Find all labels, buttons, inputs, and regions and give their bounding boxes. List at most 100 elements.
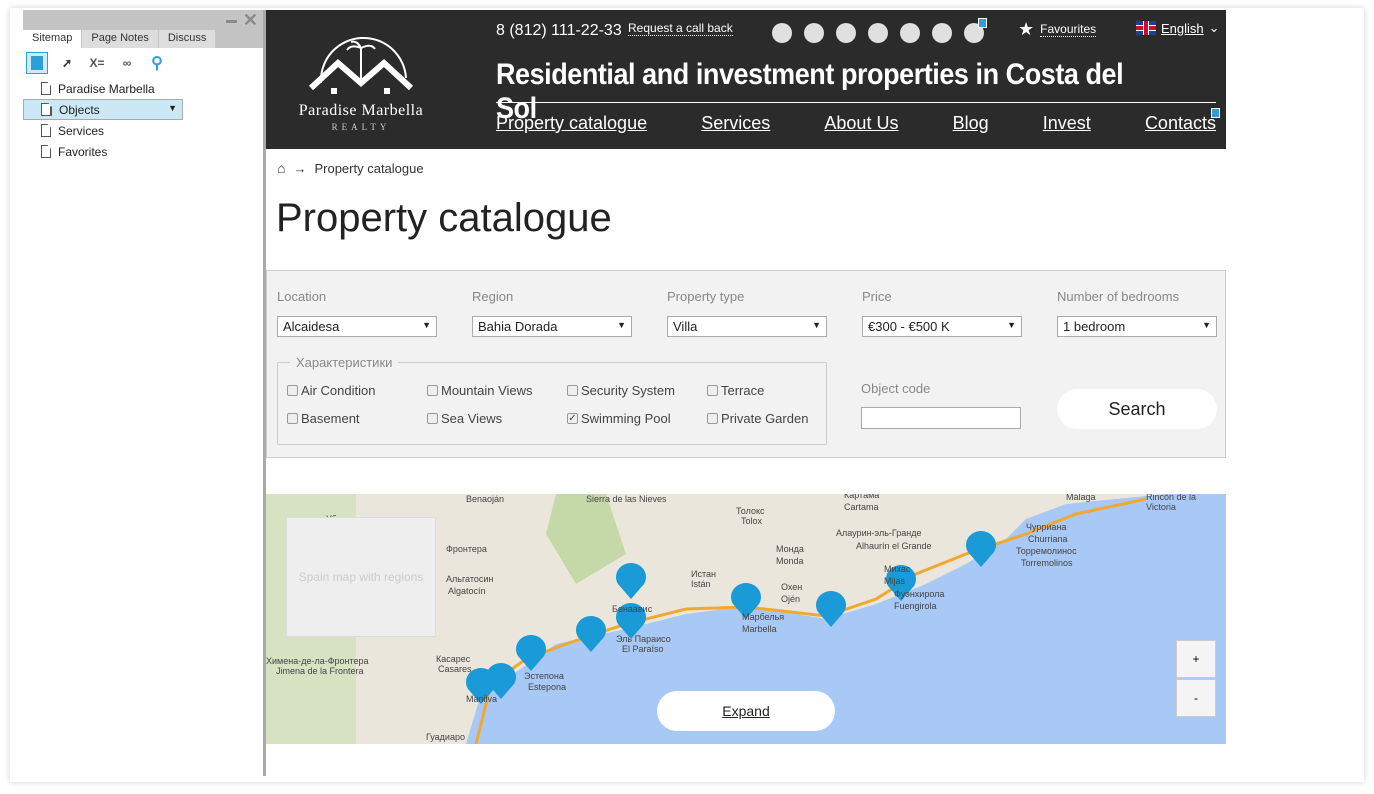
checkbox[interactable]: [707, 385, 718, 396]
object-code-label: Object code: [861, 381, 931, 396]
map-place-label: Marbella: [742, 624, 777, 634]
nav-contacts[interactable]: Contacts: [1145, 113, 1216, 134]
favourites-link[interactable]: ★ Favourites: [1018, 19, 1097, 40]
social-icon[interactable]: [900, 23, 920, 43]
map-place-label: Картама: [844, 494, 880, 500]
nav-services[interactable]: Services: [701, 113, 770, 134]
checkbox[interactable]: [427, 413, 438, 424]
map-place-label: Толокс: [736, 506, 765, 516]
map-place-label: Ojén: [781, 594, 801, 604]
feature-checkbox[interactable]: ✓ Swimming Pool: [567, 411, 671, 426]
filter-label: Region: [472, 289, 514, 304]
page-icon: [41, 82, 51, 95]
map-place-label: Монда: [776, 544, 804, 554]
sitemap-icon[interactable]: [26, 52, 48, 74]
filter-select[interactable]: Bahia Dorada: [472, 316, 632, 337]
panel-titlebar: ✕: [23, 10, 263, 30]
map-place-label: Охен: [781, 582, 803, 592]
filter-select[interactable]: 1 bedroom: [1057, 316, 1217, 337]
page-icon: [41, 124, 51, 137]
map-place-label: Jimena de la Frontera: [276, 666, 364, 676]
filter-select[interactable]: Alcaidesa: [277, 316, 437, 337]
feature-checkbox[interactable]: Security System: [567, 383, 675, 398]
social-icon[interactable]: [932, 23, 952, 43]
filter-label: Location: [277, 289, 327, 304]
social-icon[interactable]: [772, 23, 792, 43]
variables-icon[interactable]: X=: [86, 52, 108, 74]
checkbox[interactable]: [707, 413, 718, 424]
map-place-label: Истан: [691, 569, 716, 579]
tab-page-notes[interactable]: Page Notes: [82, 30, 159, 48]
sitemap-page[interactable]: Paradise Marbella: [23, 78, 263, 99]
filter-select[interactable]: €300 - €500 K: [862, 316, 1022, 337]
feature-checkbox[interactable]: Air Condition: [287, 383, 375, 398]
note-icon[interactable]: [978, 18, 987, 28]
tab-discuss[interactable]: Discuss: [158, 30, 217, 48]
language-select[interactable]: English ⌄: [1136, 20, 1220, 36]
pointer-icon[interactable]: ➚: [56, 52, 78, 74]
checkbox[interactable]: ✓: [567, 413, 578, 424]
map-place-label: Фронтера: [446, 544, 487, 554]
social-icon[interactable]: [804, 23, 824, 43]
map-place-label: Михас: [884, 564, 911, 574]
feature-checkbox[interactable]: Private Garden: [707, 411, 808, 426]
zoom-out-button[interactable]: -: [1176, 679, 1216, 717]
main-nav: Property catalogue Services About Us Blo…: [496, 113, 1216, 134]
filter-label: Property type: [667, 289, 745, 304]
map-place-label: Альгатосин: [446, 574, 494, 584]
social-icon[interactable]: [868, 23, 888, 43]
minimize-icon[interactable]: [226, 20, 237, 23]
sitemap-page[interactable]: Favorites: [23, 141, 263, 162]
site-header: Paradise Marbella REALTY 8 (812) 111-22-…: [266, 10, 1226, 149]
close-icon[interactable]: ✕: [243, 10, 258, 30]
map-place-label: Касарес: [436, 654, 471, 664]
map-place-label: Sierra de las Nieves: [586, 494, 667, 504]
nav-invest[interactable]: Invest: [1043, 113, 1091, 134]
map-place-label: Manilva: [466, 694, 498, 704]
feature-checkbox[interactable]: Basement: [287, 411, 360, 426]
map-place-label: Mijas: [884, 576, 906, 586]
feature-checkbox[interactable]: Mountain Views: [427, 383, 533, 398]
request-callback-link[interactable]: Request a call back: [628, 21, 733, 36]
map-place-label: Casares: [438, 664, 472, 674]
map-place-label: Istán: [691, 579, 711, 589]
checkbox[interactable]: [287, 385, 298, 396]
map-place-label: Tolox: [741, 516, 763, 526]
social-icons: [772, 23, 984, 43]
map-place-label: Фуэнхирола: [894, 589, 945, 599]
features-group: Характеристики: [277, 355, 827, 445]
feature-checkbox[interactable]: Terrace: [707, 383, 764, 398]
checkbox[interactable]: [287, 413, 298, 424]
checkbox[interactable]: [427, 385, 438, 396]
tab-sitemap[interactable]: Sitemap: [23, 30, 83, 48]
social-icon[interactable]: [836, 23, 856, 43]
checkbox[interactable]: [567, 385, 578, 396]
map-place-label: Марбелья: [742, 612, 785, 622]
zoom-in-button[interactable]: +: [1176, 640, 1216, 678]
search-button[interactable]: Search: [1057, 389, 1217, 429]
map-place-label: Чурриана: [1026, 522, 1067, 532]
map-place-label: Rincón de la Victoria: [1146, 494, 1197, 512]
star-icon: ★: [1018, 19, 1035, 39]
logo[interactable]: Paradise Marbella REALTY: [276, 28, 446, 138]
nav-about-us[interactable]: About Us: [824, 113, 898, 134]
property-map[interactable]: Benaoján Sierra de las Nieves Толокс Tolox К…: [266, 494, 1226, 744]
map-place-label: Alhaurín el Grande: [856, 541, 932, 551]
map-place-label: Химена-де-ла-Фронтера: [266, 656, 369, 666]
home-icon[interactable]: ⌂: [277, 160, 285, 176]
sitemap-page[interactable]: Services: [23, 120, 263, 141]
feature-checkbox[interactable]: Sea Views: [427, 411, 502, 426]
filter-label: Price: [862, 289, 892, 304]
object-code-input[interactable]: [861, 407, 1021, 429]
map-place-label: Málaga: [1066, 494, 1096, 502]
nav-blog[interactable]: Blog: [953, 113, 989, 134]
link-icon[interactable]: ∞: [116, 52, 138, 74]
filter-select[interactable]: Villa: [667, 316, 827, 337]
nav-property-catalogue[interactable]: Property catalogue: [496, 113, 647, 134]
map-place-label: Churriana: [1028, 534, 1068, 544]
phone-number: 8 (812) 111-22-33: [496, 22, 622, 39]
note-icon[interactable]: [1211, 108, 1220, 118]
map-place-label: Алаурин-эль-Гранде: [836, 528, 922, 538]
search-icon[interactable]: ⚲: [146, 52, 168, 74]
expand-map-button[interactable]: Expand: [657, 691, 835, 731]
